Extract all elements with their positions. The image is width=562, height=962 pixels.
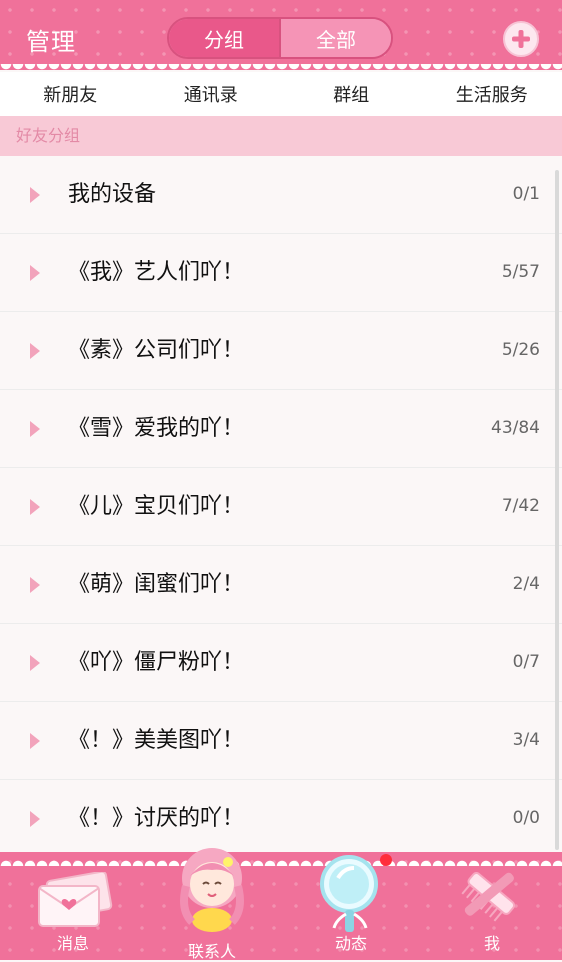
group-row[interactable]: 《！》讨厌的吖！ 0/0 xyxy=(0,780,562,852)
mirror-icon xyxy=(316,854,386,934)
group-name: 《吖》僵尸粉吖！ xyxy=(68,624,244,701)
nav-life-services[interactable]: 生活服务 xyxy=(422,72,562,116)
nav-new-friends[interactable]: 新朋友 xyxy=(0,72,141,116)
tab-label: 动态 xyxy=(281,930,421,954)
group-count: 7/42 xyxy=(502,468,540,545)
tab-messages[interactable]: 消息 xyxy=(3,852,143,960)
manage-button[interactable]: 管理 xyxy=(26,22,76,57)
expand-arrow-icon xyxy=(30,421,40,437)
group-name: 《萌》闺蜜们吖！ xyxy=(68,546,244,623)
expand-arrow-icon xyxy=(30,811,40,827)
expand-arrow-icon xyxy=(30,655,40,671)
envelope-icon xyxy=(35,872,115,932)
tab-moments[interactable]: 动态 xyxy=(281,852,421,960)
group-name: 《素》公司们吖！ xyxy=(68,312,244,389)
tab-label: 我 xyxy=(422,930,562,954)
nav-groups[interactable]: 群组 xyxy=(281,72,422,116)
girl-avatar-icon xyxy=(172,846,252,932)
expand-arrow-icon xyxy=(30,499,40,515)
group-count: 0/7 xyxy=(513,624,540,701)
group-name: 《雪》爱我的吖！ xyxy=(68,390,244,467)
group-count: 5/26 xyxy=(502,312,540,389)
group-row[interactable]: 《吖》僵尸粉吖！ 0/7 xyxy=(0,624,562,702)
group-name: 我的设备 xyxy=(68,156,156,233)
group-count: 5/57 xyxy=(502,234,540,311)
group-count: 43/84 xyxy=(491,390,540,467)
group-count: 0/0 xyxy=(513,780,540,852)
bottom-tab-bar: 消息 联系人 动态 xyxy=(0,852,562,960)
expand-arrow-icon xyxy=(30,187,40,203)
group-row[interactable]: 《雪》爱我的吖！ 43/84 xyxy=(0,390,562,468)
group-count: 3/4 xyxy=(513,702,540,779)
nav-address-book[interactable]: 通讯录 xyxy=(141,72,282,116)
group-row[interactable]: 《！》美美图吖！ 3/4 xyxy=(0,702,562,780)
tab-label: 联系人 xyxy=(142,938,282,962)
top-nav: 新朋友 通讯录 群组 生活服务 xyxy=(0,72,562,116)
comb-icon xyxy=(450,858,530,932)
group-name: 《！》美美图吖！ xyxy=(68,702,244,779)
title-bar: 管理 分组 全部 xyxy=(0,0,562,70)
segment-all[interactable]: 全部 xyxy=(281,19,391,57)
segment-groups[interactable]: 分组 xyxy=(169,19,281,57)
tab-contacts[interactable]: 联系人 xyxy=(142,852,282,960)
group-name: 《儿》宝贝们吖！ xyxy=(68,468,244,545)
group-row[interactable]: 《儿》宝贝们吖！ 7/42 xyxy=(0,468,562,546)
expand-arrow-icon xyxy=(30,265,40,281)
tab-label: 消息 xyxy=(3,930,143,954)
scrollbar[interactable] xyxy=(555,170,559,850)
group-row[interactable]: 《萌》闺蜜们吖！ 2/4 xyxy=(0,546,562,624)
expand-arrow-icon xyxy=(30,733,40,749)
group-count: 0/1 xyxy=(513,156,540,233)
tab-me[interactable]: 我 xyxy=(422,852,562,960)
group-row[interactable]: 《素》公司们吖！ 5/26 xyxy=(0,312,562,390)
friend-group-list: 我的设备 0/1 《我》艺人们吖！ 5/57 《素》公司们吖！ 5/26 《雪》… xyxy=(0,156,562,852)
group-row[interactable]: 我的设备 0/1 xyxy=(0,156,562,234)
section-header: 好友分组 xyxy=(0,116,562,156)
group-name: 《！》讨厌的吖！ xyxy=(68,780,244,852)
expand-arrow-icon xyxy=(30,343,40,359)
notification-dot xyxy=(380,854,392,866)
segment-control: 分组 全部 xyxy=(167,17,393,59)
add-button[interactable] xyxy=(503,21,539,57)
plus-icon xyxy=(510,28,532,50)
group-count: 2/4 xyxy=(513,546,540,623)
expand-arrow-icon xyxy=(30,577,40,593)
group-row[interactable]: 《我》艺人们吖！ 5/57 xyxy=(0,234,562,312)
group-name: 《我》艺人们吖！ xyxy=(68,234,244,311)
